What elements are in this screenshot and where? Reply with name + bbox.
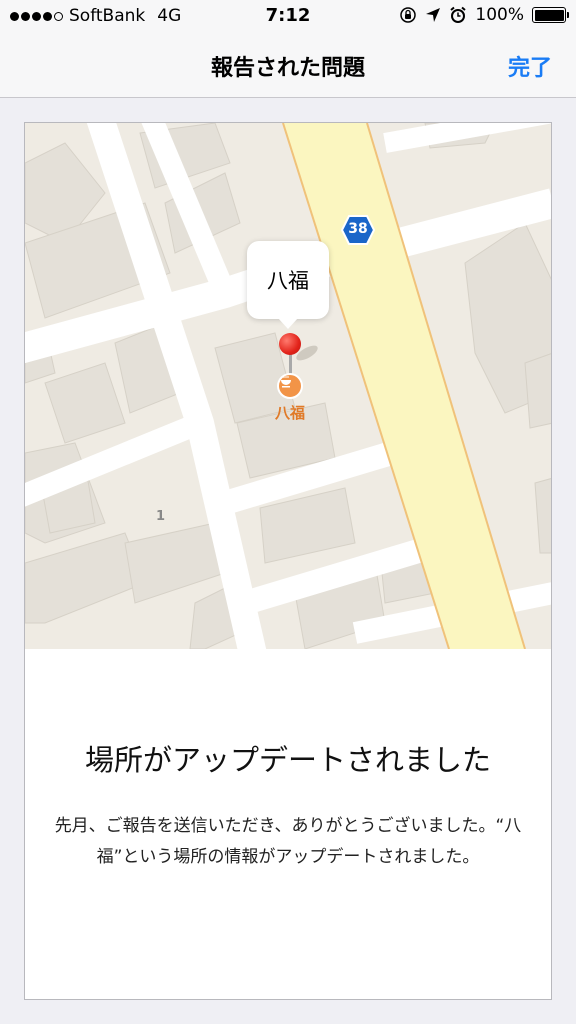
poi-label: 八福 bbox=[274, 404, 305, 422]
orientation-lock-icon bbox=[400, 7, 417, 23]
location-arrow-icon bbox=[426, 8, 441, 22]
status-right: 100% bbox=[399, 5, 569, 25]
place-callout[interactable]: 八福 bbox=[247, 241, 329, 329]
status-bar: SoftBank 4G 7:12 100% bbox=[0, 0, 576, 32]
restaurant-icon[interactable] bbox=[277, 373, 303, 399]
page-title: 報告された問題 bbox=[210, 56, 365, 81]
alarm-icon bbox=[450, 6, 467, 23]
route-shield-icon: 38 bbox=[341, 215, 375, 245]
report-card: 38 1 八福 八福 場所がアップデートされました 先月、ご報告を送信いただき、… bbox=[24, 122, 552, 1000]
route-number: 38 bbox=[348, 221, 368, 237]
battery-icon bbox=[532, 7, 569, 23]
update-description: 先月、ご報告を送信いただき、ありがとうございました。“八福”という場所の情報がア… bbox=[54, 816, 522, 867]
block-number: 1 bbox=[156, 509, 166, 524]
map-view[interactable]: 38 1 八福 八福 bbox=[25, 123, 551, 649]
battery-percent: 100% bbox=[475, 5, 524, 25]
done-button[interactable]: 完了 bbox=[508, 50, 552, 82]
update-headline: 場所がアップデートされました bbox=[84, 743, 491, 777]
navigation-bar: 報告された問題 完了 bbox=[0, 32, 576, 98]
